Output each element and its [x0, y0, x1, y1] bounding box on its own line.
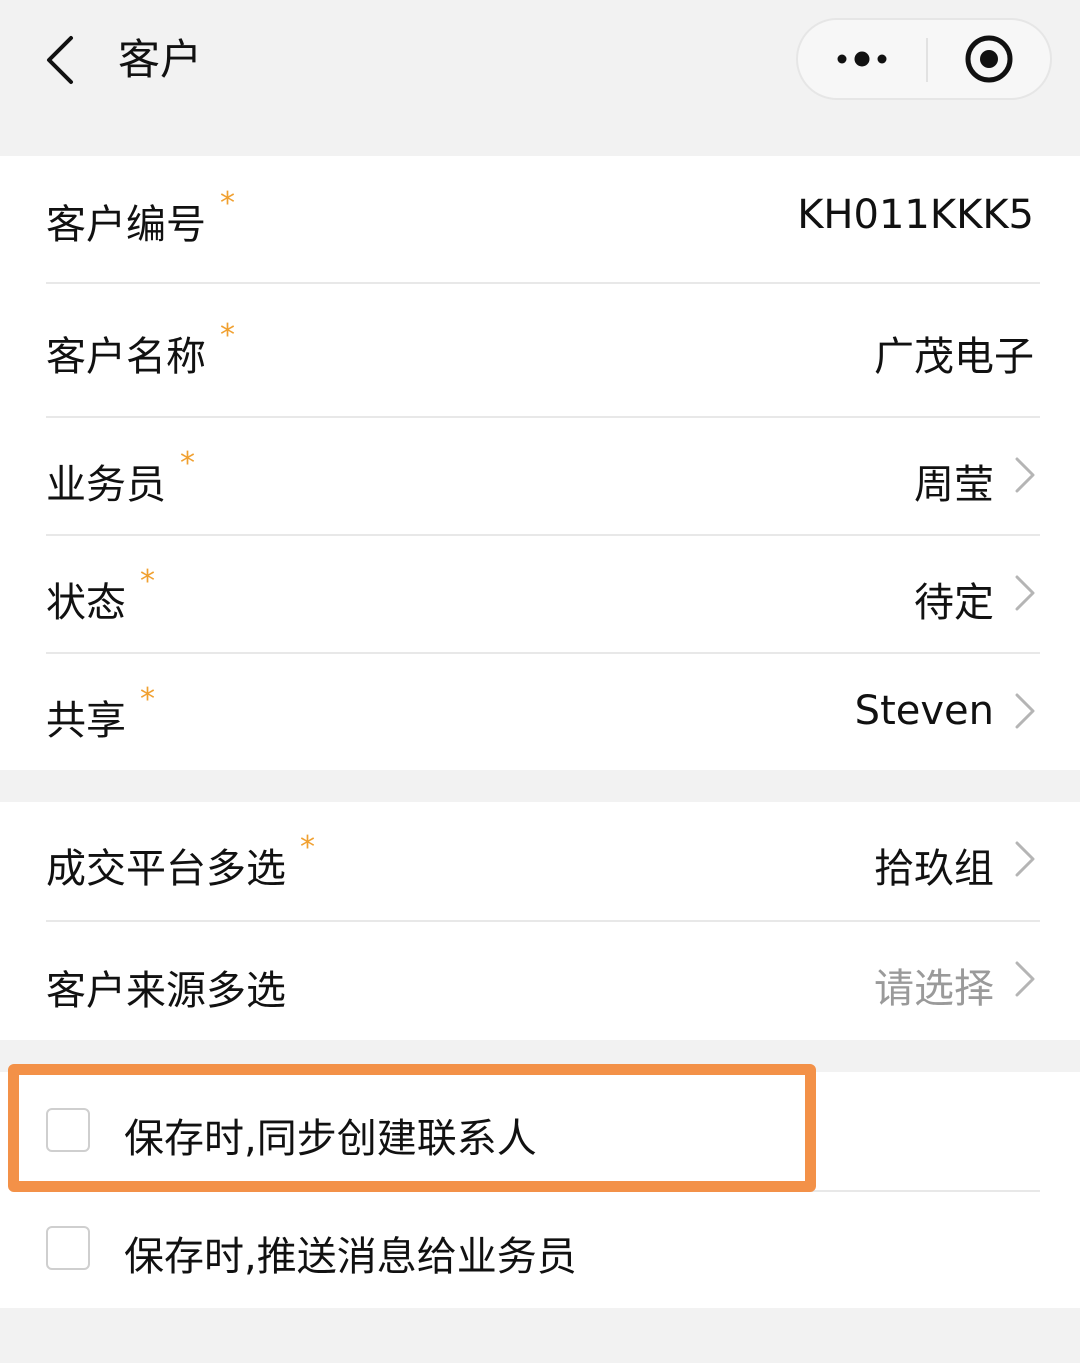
checkbox[interactable]	[46, 1226, 90, 1270]
required-star: *	[140, 682, 155, 717]
required-star: *	[140, 564, 155, 599]
field-customer-code[interactable]: 客户编号 * KH011KKK5	[0, 156, 1080, 282]
field-value: 广茂电子	[874, 334, 1034, 380]
field-status[interactable]: 状态 * 待定	[0, 536, 1080, 652]
back-button[interactable]	[30, 28, 90, 92]
chevron-right-icon	[1015, 457, 1035, 493]
chevron-left-icon	[47, 36, 73, 84]
field-customer-source[interactable]: 客户来源多选 请选择	[0, 922, 1080, 1040]
more-dots-icon	[837, 51, 887, 67]
checkbox[interactable]	[46, 1108, 90, 1152]
mini-program-capsule	[796, 18, 1052, 100]
field-customer-name[interactable]: 客户名称 * 广茂电子	[0, 284, 1080, 416]
option-label: 保存时,同步创建联系人	[124, 1116, 537, 1162]
more-button[interactable]	[798, 20, 926, 98]
navigation-bar: 客户	[0, 0, 1080, 152]
field-label: 业务员	[46, 462, 166, 508]
field-value: Steven	[854, 688, 994, 734]
field-label: 共享	[46, 698, 126, 744]
field-share[interactable]: 共享 * Steven	[0, 654, 1080, 770]
option-sync-create-contact[interactable]: 保存时,同步创建联系人	[0, 1072, 1080, 1190]
form-section-multi-select: 成交平台多选 * 拾玖组 客户来源多选 请选择	[0, 802, 1080, 1040]
field-value: 拾玖组	[874, 846, 994, 892]
form-section-options: 保存时,同步创建联系人 保存时,推送消息给业务员	[0, 1072, 1080, 1308]
field-placeholder: 请选择	[874, 966, 994, 1012]
chevron-right-icon	[1015, 961, 1035, 997]
field-value: 周莹	[914, 462, 994, 508]
required-star: *	[180, 446, 195, 481]
field-label: 客户名称	[46, 334, 206, 380]
option-label: 保存时,推送消息给业务员	[124, 1234, 577, 1280]
required-star: *	[300, 830, 315, 865]
page-title: 客户	[118, 35, 203, 84]
field-label: 客户来源多选	[46, 968, 286, 1014]
field-salesperson[interactable]: 业务员 * 周莹	[0, 418, 1080, 534]
target-circle-icon	[965, 35, 1013, 83]
field-value: 待定	[914, 580, 994, 626]
form-section-basic: 客户编号 * KH011KKK5 客户名称 * 广茂电子 业务员 * 周莹 状态 * 待…	[0, 156, 1080, 770]
field-deal-platform[interactable]: 成交平台多选 * 拾玖组	[0, 802, 1080, 920]
close-button[interactable]	[928, 20, 1050, 98]
chevron-right-icon	[1015, 575, 1035, 611]
field-label: 成交平台多选	[46, 846, 286, 892]
chevron-right-icon	[1015, 693, 1035, 729]
option-push-message[interactable]: 保存时,推送消息给业务员	[0, 1192, 1080, 1308]
required-star: *	[220, 186, 235, 221]
required-star: *	[220, 318, 235, 353]
chevron-right-icon	[1015, 841, 1035, 877]
field-label: 状态	[46, 580, 126, 626]
field-label: 客户编号	[46, 202, 206, 248]
field-value: KH011KKK5	[797, 192, 1034, 238]
